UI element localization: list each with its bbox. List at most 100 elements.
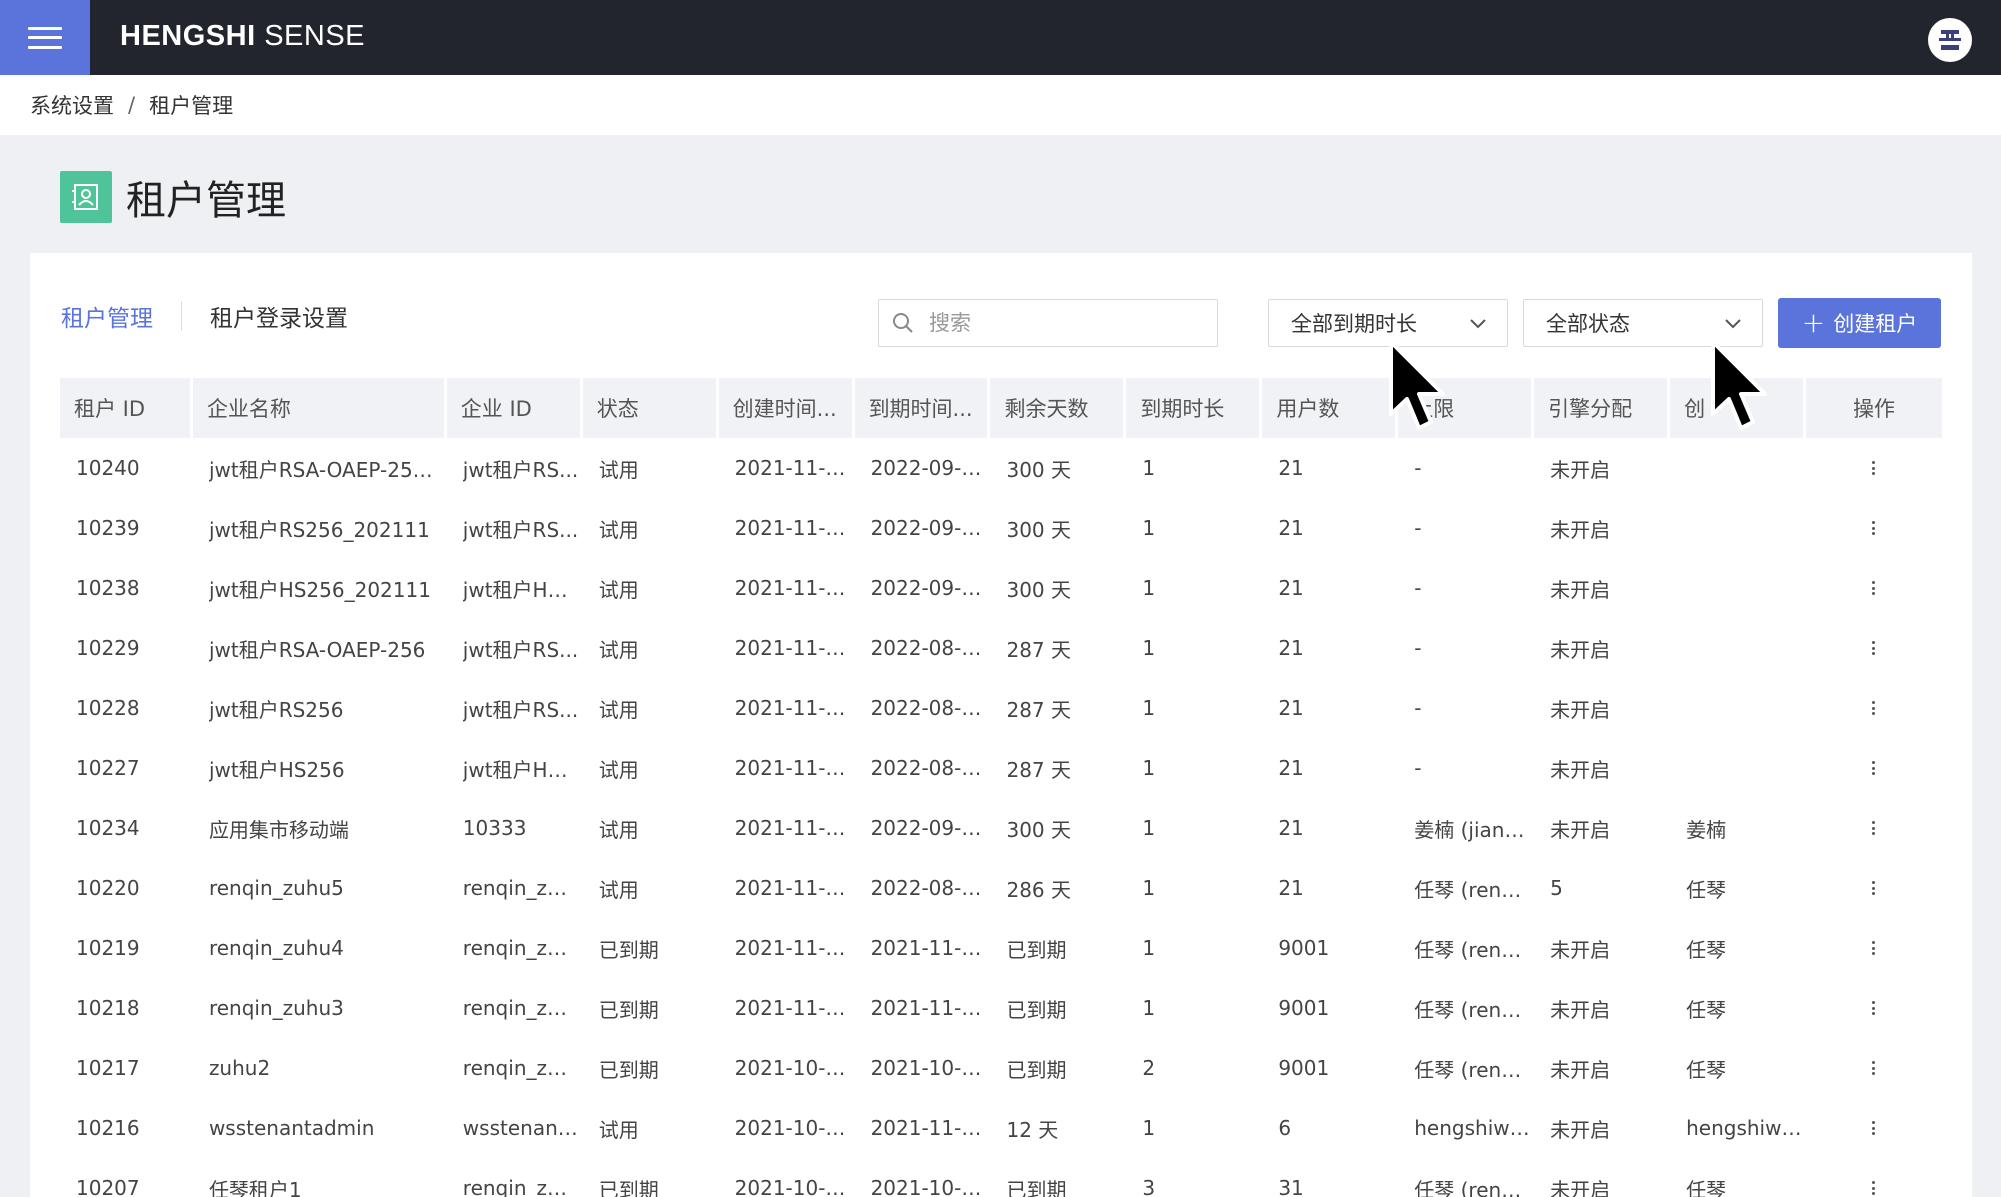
cell-text: 任琴 (renqi... <box>1414 1057 1535 1082</box>
row-actions-button[interactable] <box>1806 1158 1942 1197</box>
row-actions-button[interactable] <box>1806 678 1942 738</box>
cell-text: 10228 <box>76 696 140 720</box>
cell-company-name: renqin_zuhu5 <box>193 858 447 918</box>
table-row: 10229 jwt租户RSA-OAEP-256 jwt租户RS... 试用 2021-1… <box>60 618 1942 678</box>
cell-expire-time: 2022-08-29 <box>855 618 991 678</box>
tab-tenant-management[interactable]: 租户管理 <box>61 299 153 333</box>
row-actions-button[interactable] <box>1806 858 1942 918</box>
user-avatar[interactable] <box>1928 18 1972 62</box>
cell-text: jwt租户RS... <box>462 697 579 722</box>
column-header-remaining-days: 剩余天数 <box>990 378 1127 438</box>
cell-company-id: renqin_zuh... <box>447 918 583 978</box>
cell-text: 2021-11-15 <box>734 636 851 660</box>
table-row: 10218 renqin_zuhu3 renqin_zuh... 已到期 2021-11… <box>60 978 1942 1038</box>
mouse-pointer-icon <box>1389 340 1445 430</box>
breadcrumb-separator: / <box>128 93 136 117</box>
cell-text: - <box>1414 756 1422 780</box>
hamburger-icon <box>28 26 62 49</box>
cell-status: 试用 <box>583 738 719 798</box>
cell-text: jwt租户HS... <box>462 577 580 602</box>
cell-user-count: 6 <box>1262 1098 1398 1158</box>
cell-text: jwt租户HS256 <box>208 757 345 782</box>
cell-text: 1 <box>1142 816 1156 840</box>
cell-company-name: jwt租户RSA-OAEP-256_... <box>193 438 447 498</box>
tab-tenant-login-settings[interactable]: 租户登录设置 <box>210 299 348 333</box>
cell-text: 1 <box>1142 516 1156 540</box>
cell-remaining-days: 已到期 <box>990 1038 1126 1098</box>
search-box[interactable] <box>878 299 1218 347</box>
breadcrumb-system-settings[interactable]: 系统设置 <box>30 90 114 120</box>
column-header-expire-time[interactable]: 到期时间... <box>854 378 991 438</box>
cell-text: 2021-11-01 <box>734 996 851 1020</box>
cell-text: - <box>1414 696 1422 720</box>
tenant-table: 租户 ID 企业名称 企业 ID 状态 创建时间... 到期时间... 剩余天数 到期时长 用户… <box>60 378 1942 1197</box>
cell-engine-allocation: 未开启 <box>1534 558 1670 618</box>
cell-limit: - <box>1398 618 1534 678</box>
cell-text: 10240 <box>76 456 140 480</box>
cell-text: 已到期 <box>1006 1177 1067 1197</box>
cell-text: wsstenantadmin <box>208 1116 375 1140</box>
cell-engine-allocation: 5 <box>1534 858 1670 918</box>
cell-text: 287 天 <box>1006 637 1072 662</box>
create-tenant-button[interactable]: + 创建租户 <box>1778 298 1941 348</box>
row-actions-button[interactable] <box>1806 1098 1942 1158</box>
cell-text: 10227 <box>76 756 140 780</box>
cell-text: jwt租户RS... <box>462 457 579 482</box>
cell-text: 10207 <box>76 1176 140 1197</box>
cell-text: 试用 <box>598 457 639 482</box>
row-actions-button[interactable] <box>1806 738 1942 798</box>
row-actions-button[interactable] <box>1806 798 1942 858</box>
cell-company-id: renqin_zuh... <box>447 858 583 918</box>
cell-text: 9001 <box>1278 936 1330 960</box>
cell-engine-allocation: 未开启 <box>1534 678 1670 738</box>
cell-expire-duration: 3 <box>1126 1158 1262 1197</box>
row-actions-button[interactable] <box>1806 1038 1942 1098</box>
cell-text: 应用集市移动端 <box>208 817 349 842</box>
more-vertical-icon <box>1869 941 1879 955</box>
cell-expire-duration: 2 <box>1126 1038 1262 1098</box>
cell-company-name: zuhu2 <box>193 1038 447 1098</box>
cell-status: 试用 <box>583 858 719 918</box>
cell-created-time: 2021-11-01 <box>719 858 855 918</box>
cell-text: 21 <box>1278 696 1304 720</box>
cell-text: 10239 <box>76 516 140 540</box>
cell-remaining-days: 300 天 <box>990 438 1126 498</box>
cell-text: 2022-09-11 <box>870 516 987 540</box>
table-row: 10217 zuhu2 renqin_zuh... 已到期 2021-10-28 2021… <box>60 1038 1942 1098</box>
cell-text: renqin_zuhu4 <box>208 936 344 960</box>
cell-limit: 任琴 (renqi... <box>1398 1038 1534 1098</box>
cell-limit: - <box>1398 498 1534 558</box>
breadcrumb: 系统设置 / 租户管理 <box>0 75 2001 135</box>
cell-text: 2021-10-19 <box>734 1176 851 1197</box>
cell-text: 未开启 <box>1550 997 1611 1022</box>
cell-status: 试用 <box>583 618 719 678</box>
search-input[interactable] <box>929 311 1199 335</box>
cell-creator <box>1670 558 1806 618</box>
cell-text: 10217 <box>76 1056 140 1080</box>
row-actions-button[interactable] <box>1806 618 1942 678</box>
cell-creator: 任琴 <box>1670 1038 1806 1098</box>
cell-text: 10238 <box>76 576 140 600</box>
cell-tenant-id: 10217 <box>60 1038 193 1098</box>
cell-text: - <box>1414 636 1422 660</box>
cell-creator <box>1670 678 1806 738</box>
cell-text: 任琴 <box>1686 1177 1727 1197</box>
row-actions-button[interactable] <box>1806 918 1942 978</box>
cell-expire-time: 2022-08-28 <box>855 858 991 918</box>
hamburger-menu-button[interactable] <box>0 0 90 75</box>
cell-company-id: jwt租户RS... <box>447 498 583 558</box>
cell-text: 10220 <box>76 876 140 900</box>
cell-tenant-id: 10239 <box>60 498 193 558</box>
cell-text: 21 <box>1278 756 1304 780</box>
cell-text: 试用 <box>598 637 639 662</box>
cell-text: renqin_zuhu3 <box>208 996 344 1020</box>
column-header-created-time[interactable]: 创建时间... <box>718 378 855 438</box>
row-actions-button[interactable] <box>1806 558 1942 618</box>
cell-status: 试用 <box>583 558 719 618</box>
cell-text: 10218 <box>76 996 140 1020</box>
row-actions-button[interactable] <box>1806 498 1942 558</box>
row-actions-button[interactable] <box>1806 438 1942 498</box>
cell-text: 任琴 (renqi... <box>1414 877 1535 902</box>
row-actions-button[interactable] <box>1806 978 1942 1038</box>
cell-text: wsstenant... <box>462 1116 583 1140</box>
